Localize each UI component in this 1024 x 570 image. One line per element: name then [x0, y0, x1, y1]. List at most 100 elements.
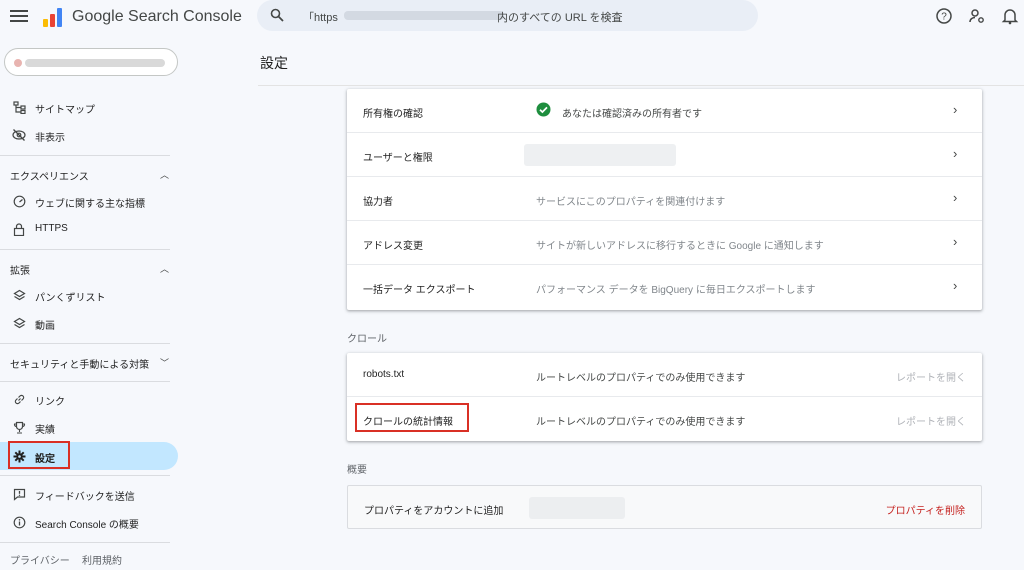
search-suffix-text: 内のすべての URL を検査 — [497, 12, 623, 24]
notifications-icon[interactable] — [1001, 7, 1019, 25]
overview-card: プロパティをアカウントに追加 プロパティを削除 — [347, 485, 982, 529]
property-selector[interactable] — [4, 48, 178, 76]
sidebar-item-core-web-vitals[interactable]: ウェブに関する主な指標 — [0, 187, 178, 215]
highlight-box-settings — [8, 441, 70, 469]
sidebar-item-label: パンくずリスト — [35, 293, 106, 304]
sidebar-item-achievements[interactable]: 実績 — [0, 413, 178, 441]
row-label: アドレス変更 — [363, 241, 423, 252]
sidebar-item-label: フィードバックを送信 — [35, 492, 135, 503]
trophy-icon — [12, 420, 26, 434]
top-app-bar: Google Search Console 「https 内のすべての URL … — [0, 0, 1024, 34]
section-label: エクスペリエンス — [10, 172, 89, 183]
header-divider — [258, 85, 1024, 86]
help-icon[interactable]: ? — [935, 7, 953, 25]
highlight-box-crawl-stats — [355, 403, 469, 432]
row-label: 所有権の確認 — [363, 109, 423, 120]
settings-row-bulk-export[interactable]: 一括データ エクスポート パフォーマンス データを BigQuery に毎日エク… — [347, 265, 982, 309]
row-description: サービスにこのプロパティを関連付けます — [536, 197, 726, 208]
overview-section-caption: 概要 — [347, 465, 367, 476]
sidebar-item-breadcrumbs[interactable]: パンくずリスト — [0, 281, 178, 309]
crawl-section-caption: クロール — [347, 334, 387, 345]
sidebar-item-label: サイトマップ — [35, 105, 95, 116]
row-label: robots.txt — [363, 369, 405, 380]
chevron-down-icon: ﹀ — [160, 358, 170, 368]
sidebar-divider — [0, 475, 170, 476]
sidebar-item-label: 実績 — [35, 425, 55, 436]
verified-check-icon — [536, 102, 551, 117]
sidebar-nav: サイトマップ 非表示 エクスペリエンス ︿ ウェブに関する主な指標 HTTPS … — [0, 40, 186, 570]
chevron-right-icon: › — [953, 234, 958, 249]
redacted-property-name — [25, 59, 165, 67]
sidebar-divider — [0, 343, 170, 344]
svg-text:?: ? — [941, 12, 947, 23]
section-header-enhancements[interactable]: 拡張 ︿ — [0, 257, 178, 279]
row-description: あなたは確認済みの所有者です — [562, 109, 702, 120]
settings-row-associations[interactable]: 協力者 サービスにこのプロパティを関連付けます › — [347, 177, 982, 221]
row-description: ルートレベルのプロパティでのみ使用できます — [536, 417, 746, 428]
open-report-link[interactable]: レポートを開く — [896, 369, 966, 384]
row-label: 協力者 — [363, 197, 393, 208]
section-header-security[interactable]: セキュリティと手動による対策 ﹀ — [0, 351, 178, 373]
feedback-icon — [12, 487, 26, 501]
chevron-right-icon: › — [953, 146, 958, 161]
open-report-link[interactable]: レポートを開く — [896, 413, 966, 428]
row-description: ルートレベルのプロパティでのみ使用できます — [536, 373, 746, 384]
sidebar-item-about[interactable]: Search Console の概要 — [0, 508, 178, 536]
section-label: セキュリティと手動による対策 — [10, 360, 150, 371]
sidebar-item-videos[interactable]: 動画 — [0, 309, 178, 337]
sidebar-divider — [0, 249, 170, 250]
sidebar-item-label: HTTPS — [35, 223, 68, 234]
gauge-icon — [12, 194, 26, 208]
redacted-user-info — [524, 144, 676, 166]
chevron-up-icon: ︿ — [160, 170, 170, 180]
row-label: プロパティをアカウントに追加 — [364, 506, 504, 517]
sidebar-item-label: Search Console の概要 — [35, 520, 139, 531]
menu-icon[interactable] — [10, 7, 28, 25]
privacy-link[interactable]: プライバシー — [10, 552, 70, 567]
redacted-url — [344, 11, 504, 20]
eye-off-icon — [12, 128, 26, 142]
sidebar-item-label: ウェブに関する主な指標 — [35, 199, 145, 210]
section-header-experience[interactable]: エクスペリエンス ︿ — [0, 163, 178, 185]
property-favicon — [14, 59, 22, 67]
settings-row-ownership[interactable]: 所有権の確認 あなたは確認済みの所有者です › — [347, 89, 982, 133]
general-settings-card: 所有権の確認 あなたは確認済みの所有者です › ユーザーと権限 › 協力者 サー… — [347, 89, 982, 310]
remove-property-link[interactable]: プロパティを削除 — [886, 502, 965, 517]
search-console-logo[interactable] — [41, 5, 65, 29]
lock-icon — [12, 222, 26, 236]
sidebar-item-label: 動画 — [35, 321, 55, 332]
sidebar-item-removals[interactable]: 非表示 — [0, 121, 178, 149]
layers-icon — [12, 288, 26, 302]
sidebar-item-label: 非表示 — [35, 133, 65, 144]
url-inspection-search[interactable]: 「https 内のすべての URL を検査 — [257, 0, 758, 31]
terms-link[interactable]: 利用規約 — [82, 552, 122, 567]
page-title: 設定 — [260, 55, 288, 71]
app-title[interactable]: Google Search Console — [72, 8, 242, 26]
sidebar-divider — [0, 381, 170, 382]
sidebar-item-https[interactable]: HTTPS — [0, 215, 178, 243]
chevron-right-icon: › — [953, 278, 958, 293]
search-icon — [270, 8, 284, 22]
search-prefix-text: 「https — [303, 12, 338, 24]
section-label: 拡張 — [10, 266, 30, 277]
redacted-account-info — [529, 497, 625, 519]
settings-row-users[interactable]: ユーザーと権限 › — [347, 133, 982, 177]
row-description: パフォーマンス データを BigQuery に毎日エクスポートします — [536, 285, 816, 296]
sidebar-item-sitemaps[interactable]: サイトマップ — [0, 93, 178, 121]
row-label: 一括データ エクスポート — [363, 285, 476, 296]
chevron-right-icon: › — [953, 102, 958, 117]
sidebar-item-feedback[interactable]: フィードバックを送信 — [0, 480, 178, 508]
sidebar-item-links[interactable]: リンク — [0, 385, 178, 413]
chevron-right-icon: › — [953, 190, 958, 205]
account-settings-icon[interactable] — [968, 7, 986, 25]
sitemap-icon — [12, 100, 26, 114]
sidebar-divider — [0, 155, 170, 156]
link-icon — [12, 392, 26, 406]
layers-icon — [12, 316, 26, 330]
info-icon — [12, 515, 26, 529]
settings-row-change-address[interactable]: アドレス変更 サイトが新しいアドレスに移行するときに Google に通知します… — [347, 221, 982, 265]
row-label: ユーザーと権限 — [363, 153, 433, 164]
sidebar-item-label: リンク — [35, 397, 65, 408]
row-description: サイトが新しいアドレスに移行するときに Google に通知します — [536, 241, 824, 252]
settings-row-robots-txt[interactable]: robots.txt ルートレベルのプロパティでのみ使用できます レポートを開く — [347, 353, 982, 397]
